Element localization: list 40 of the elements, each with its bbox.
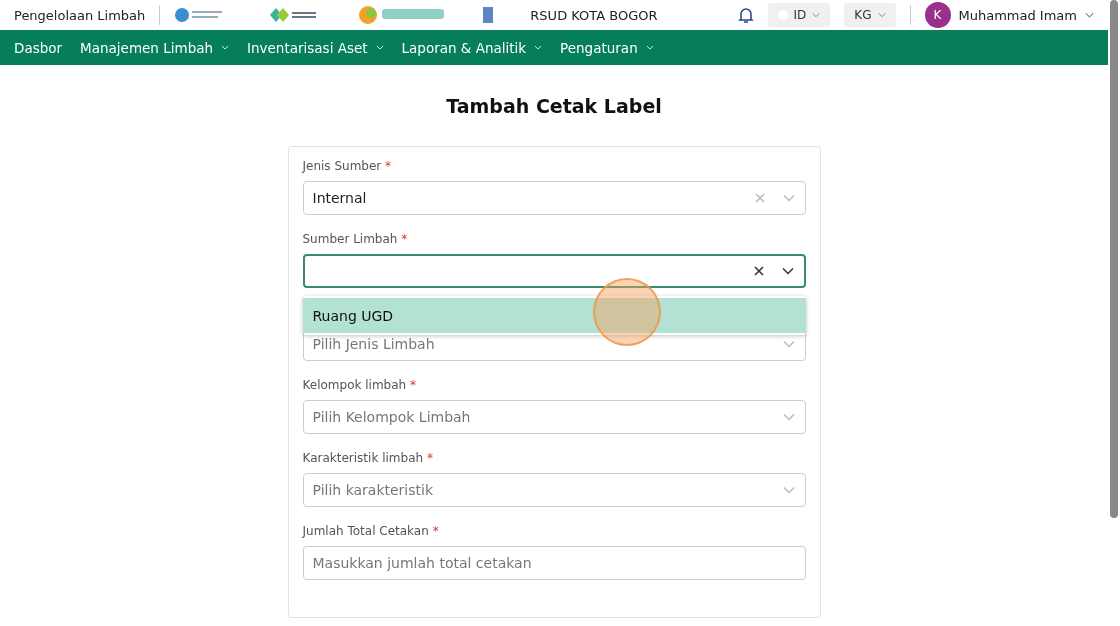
bell-icon[interactable]: [737, 6, 754, 24]
chevron-down-icon: [221, 45, 230, 50]
field-label: Karakteristik limbah *: [302, 451, 434, 467]
nav-menu-item[interactable]: Inventarisasi Aset: [245, 35, 386, 60]
circle-logo-icon: [174, 5, 225, 25]
chevron-down-icon: [782, 340, 795, 348]
scrollbar-thumb[interactable]: [1110, 0, 1118, 518]
chevron-down-icon: [645, 45, 654, 50]
number-input-field[interactable]: Masukkan jumlah total cetakan: [302, 546, 806, 580]
chevron-down-icon: [1085, 12, 1094, 18]
chevron-down-icon: [375, 45, 384, 50]
field-label: Jenis Sumber *: [302, 159, 393, 175]
select-field[interactable]: [302, 254, 806, 288]
chevron-down-icon: [781, 267, 794, 275]
building-logo-icon: [482, 5, 495, 25]
select-field[interactable]: Pilih Kelompok Limbah: [302, 400, 806, 434]
chevron-down-icon: [812, 12, 821, 18]
chevron-down-icon: [782, 486, 795, 494]
nav-menu-item[interactable]: Laporan & Analitik: [399, 35, 545, 60]
chevron-down-icon: [782, 194, 795, 202]
unit-select[interactable]: KG: [844, 3, 896, 27]
app-name: Pengelolaan Limbah: [14, 7, 146, 23]
clear-icon[interactable]: [753, 266, 764, 276]
field-label: Sumber Limbah *: [302, 232, 409, 248]
hospital-name: RSUD KOTA BOGOR: [530, 7, 658, 23]
page-title: Tambah Cetak Label: [445, 95, 663, 117]
language-select[interactable]: ID: [767, 3, 831, 27]
field-label: Kelompok limbah *: [302, 378, 417, 394]
chevron-down-icon: [534, 45, 543, 50]
field-label: Jumlah Total Cetakan *: [302, 524, 440, 540]
nav-menu-item[interactable]: Manajemen Limbah: [78, 35, 232, 60]
chevron-down-icon: [877, 12, 886, 18]
nav-menu-item[interactable]: Pengaturan: [558, 35, 656, 60]
nav-menu-item[interactable]: Dasbor: [12, 35, 65, 60]
user-avatar[interactable]: K: [924, 2, 951, 28]
user-name[interactable]: Muhammad Imam: [958, 7, 1077, 23]
dropdown-option[interactable]: Ruang UGD: [302, 298, 806, 333]
select-field[interactable]: Pilih karakteristik: [302, 473, 806, 507]
select-field[interactable]: Internal: [302, 181, 806, 215]
chevron-down-icon: [782, 413, 795, 421]
